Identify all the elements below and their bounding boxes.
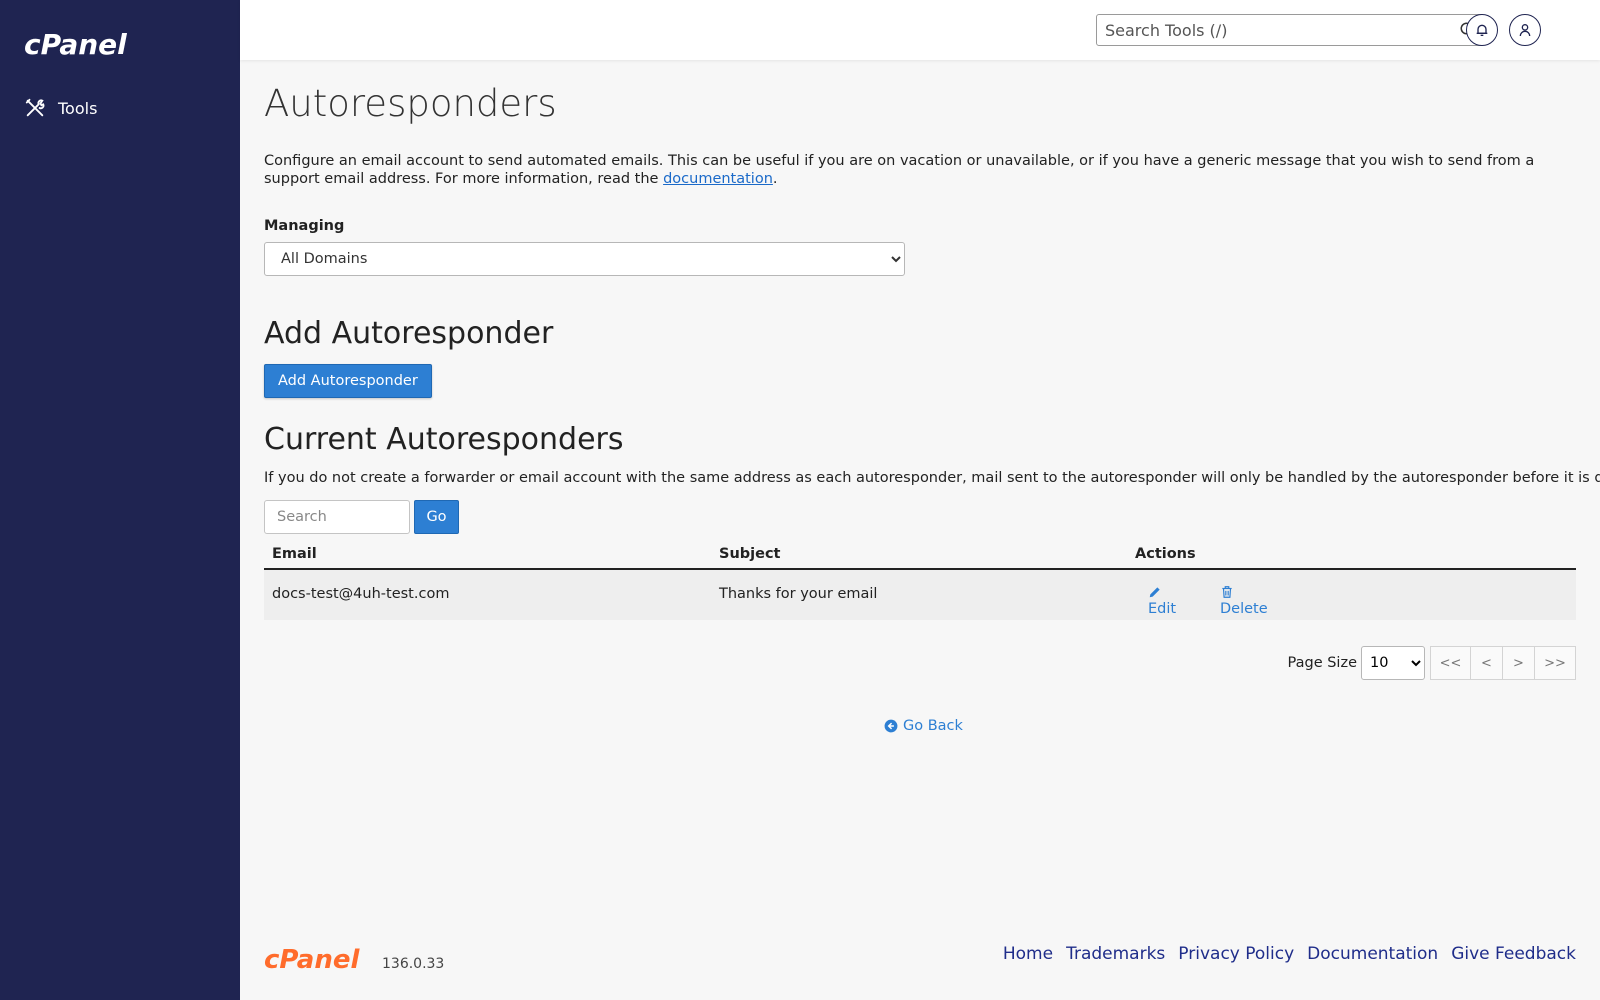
managing-label: Managing [264,218,345,234]
current-autoresponders-heading: Current Autoresponders [264,422,624,457]
top-bar [240,0,1600,60]
sidebar: cPanel Tools [0,0,240,1000]
delete-label: Delete [1220,601,1268,617]
page-size-label: Page Size [1287,655,1357,671]
edit-button[interactable]: Edit [1148,585,1176,617]
intro-body: Configure an email account to send autom… [264,153,1535,187]
edit-label: Edit [1148,601,1177,617]
tool-search-box [1096,14,1484,46]
go-button[interactable]: Go [414,500,459,534]
managing-domain-select[interactable]: All Domains [264,242,905,276]
tools-icon [25,98,45,117]
user-menu-button[interactable] [1509,14,1541,46]
column-email[interactable]: Email [272,546,317,562]
autoresponder-note: If you do not create a forwarder or emai… [264,470,1600,486]
sidebar-item-tools[interactable]: Tools [24,94,97,122]
prev-page-button[interactable]: < [1470,646,1503,680]
svg-text:cPanel: cPanel [24,28,127,61]
go-back-label: Go Back [903,718,963,734]
footer-links: Home Trademarks Privacy Policy Documenta… [1003,944,1576,964]
column-subject[interactable]: Subject [719,546,780,562]
first-page-button[interactable]: << [1430,646,1471,680]
add-autoresponder-heading: Add Autoresponder [264,316,554,351]
row-subject: Thanks for your email [719,586,878,602]
go-back-link[interactable]: Go Back [884,718,963,734]
footer-link-give-feedback[interactable]: Give Feedback [1451,944,1576,964]
user-icon [1519,24,1531,37]
svg-text:cPanel: cPanel [264,945,360,974]
sidebar-item-label: Tools [58,98,98,118]
table-header: Email Subject Actions [264,538,1576,570]
intro-text: Configure an email account to send autom… [264,152,1576,188]
version-number: 136.0.33 [382,956,445,972]
column-actions: Actions [1135,546,1196,562]
cpanel-logo[interactable]: cPanel [24,28,144,62]
footer-link-privacy-policy[interactable]: Privacy Policy [1178,944,1294,964]
autoresponders-table: Email Subject Actions docs-test@4uh-test… [264,538,1576,620]
cpanel-footer-logo: cPanel [264,945,360,974]
add-autoresponder-button[interactable]: Add Autoresponder [264,364,432,398]
bell-icon [1476,24,1488,36]
footer-link-documentation[interactable]: Documentation [1307,944,1438,964]
arrow-left-circle-icon [884,719,898,733]
pencil-icon [1149,587,1160,598]
documentation-link[interactable]: documentation [663,171,773,187]
delete-button[interactable]: Delete [1220,585,1268,617]
notifications-button[interactable] [1466,14,1498,46]
footer-link-home[interactable]: Home [1003,944,1053,964]
footer-link-trademarks[interactable]: Trademarks [1066,944,1165,964]
trash-icon [1222,586,1232,598]
intro-end: . [772,171,778,187]
pagination: Page Size 10 << < > >> [1288,646,1576,680]
table-row: docs-test@4uh-test.com Thanks for your e… [264,570,1576,620]
page-size-select[interactable]: 10 [1361,646,1425,680]
next-page-button[interactable]: > [1502,646,1535,680]
search-tools-input[interactable] [1097,15,1437,45]
autoresponder-search-input[interactable] [264,500,410,534]
page-title: Autoresponders [264,82,557,125]
last-page-button[interactable]: >> [1534,646,1576,680]
row-email: docs-test@4uh-test.com [272,586,450,602]
